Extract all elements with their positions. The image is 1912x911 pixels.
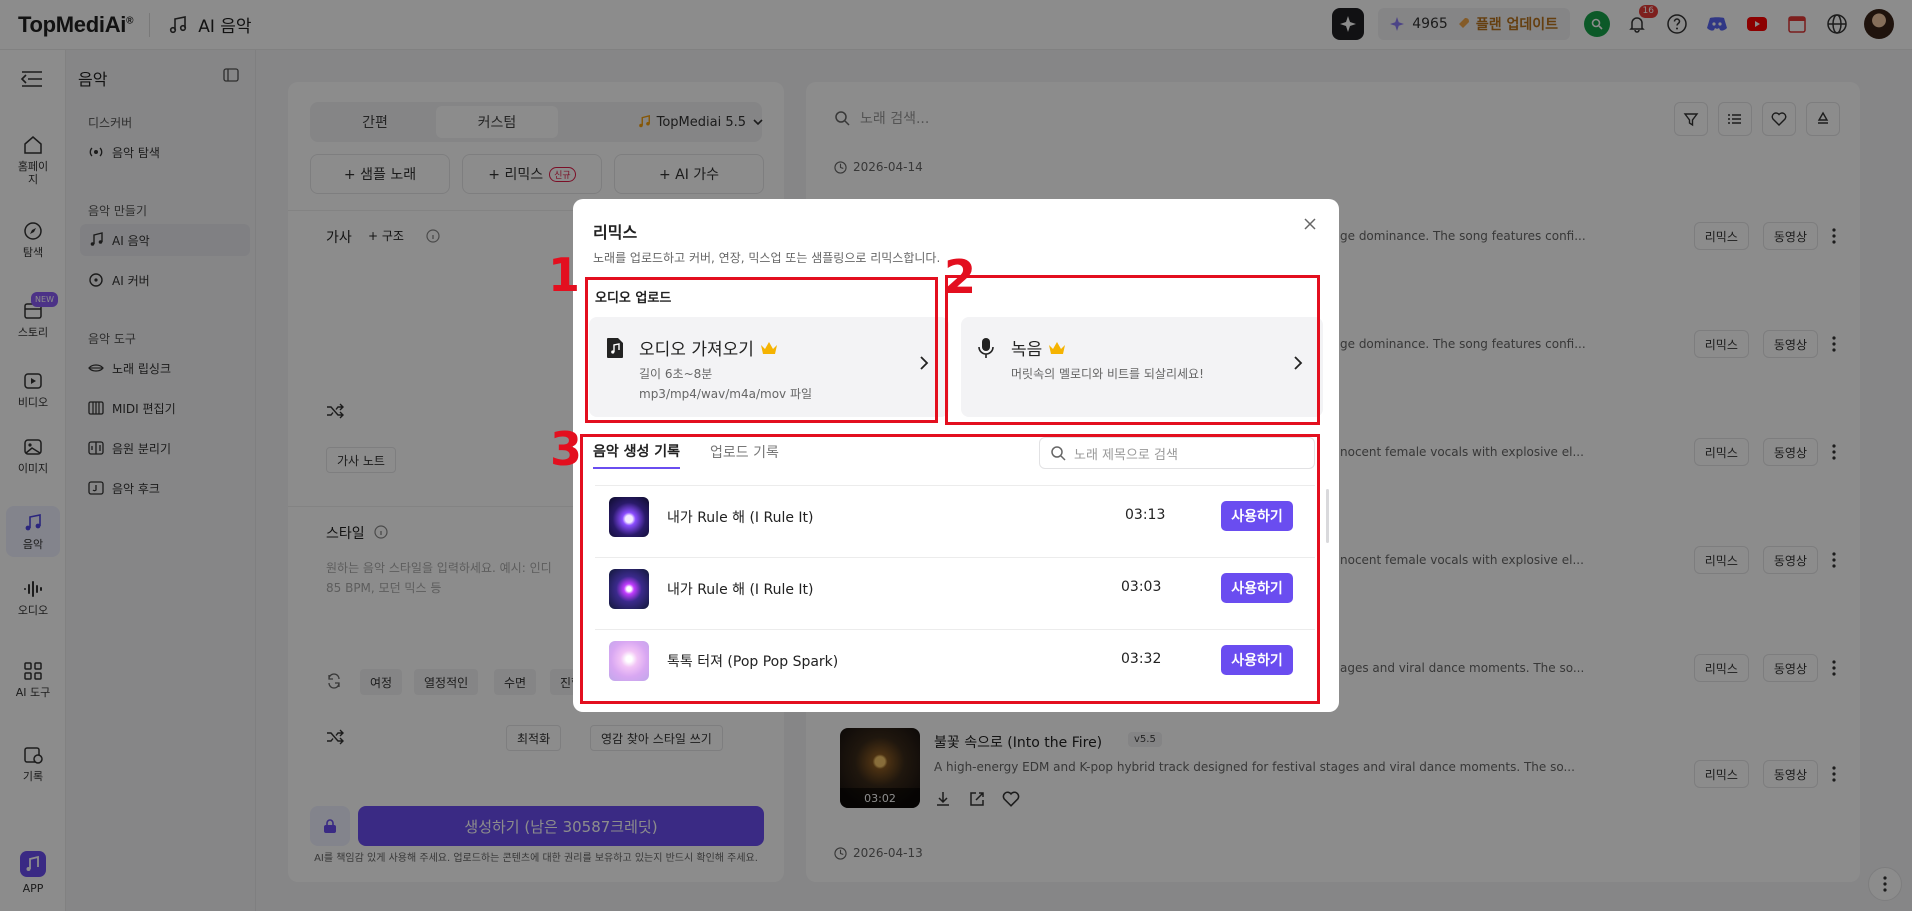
annotation-box-record xyxy=(945,275,1320,425)
close-button[interactable] xyxy=(1303,217,1317,235)
annotation-box-upload xyxy=(585,277,938,423)
annotation-number: 1 xyxy=(548,248,581,302)
list-scrollbar[interactable] xyxy=(1326,489,1329,543)
dialog-subtitle: 노래를 업로드하고 커버, 연장, 믹스업 또는 샘플링으로 리믹스합니다. xyxy=(593,251,941,265)
dialog-title: 리믹스 xyxy=(593,223,638,242)
annotation-number: 2 xyxy=(944,250,977,304)
annotation-box-history xyxy=(580,434,1320,704)
annotation-number: 3 xyxy=(550,422,583,476)
close-icon xyxy=(1304,218,1316,230)
